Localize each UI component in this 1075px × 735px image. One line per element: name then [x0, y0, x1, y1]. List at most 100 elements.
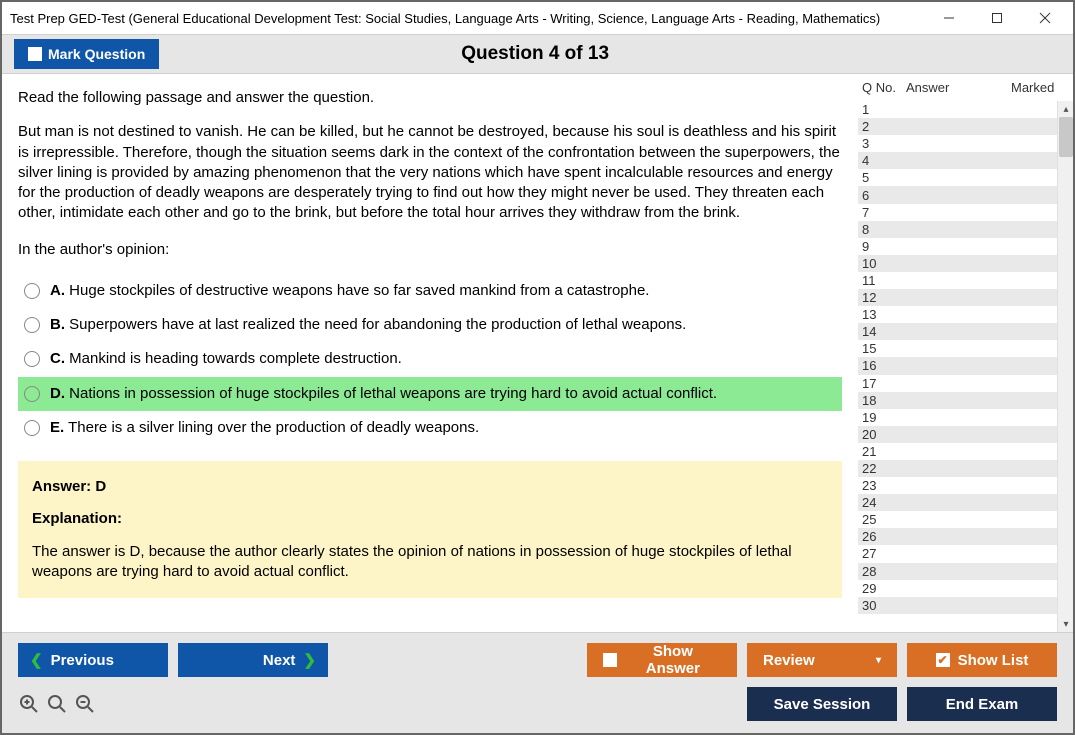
- list-row-qno: 25: [862, 512, 902, 527]
- option-text: Huge stockpiles of destructive weapons h…: [69, 282, 649, 299]
- checkbox-checked-icon: ✔: [936, 653, 950, 667]
- list-row[interactable]: 23: [858, 477, 1057, 494]
- list-row-qno: 8: [862, 222, 902, 237]
- scroll-down-icon[interactable]: ▾: [1058, 616, 1073, 632]
- show-answer-label: Show Answer: [625, 643, 721, 677]
- options-list: A. Huge stockpiles of destructive weapon…: [18, 274, 842, 445]
- review-label: Review: [763, 652, 815, 669]
- scroll-up-icon[interactable]: ▴: [1058, 101, 1073, 117]
- next-label: Next: [263, 652, 296, 669]
- col-answer: Answer: [906, 80, 1011, 95]
- list-row-qno: 23: [862, 478, 902, 493]
- list-row-qno: 2: [862, 119, 902, 134]
- footer-row-1: ❮ Previous Next ❯ Show Answer Review ▾ ✔…: [18, 643, 1057, 677]
- list-row-qno: 24: [862, 495, 902, 510]
- list-row-qno: 13: [862, 307, 902, 322]
- maximize-icon: [991, 12, 1003, 24]
- list-row-qno: 3: [862, 136, 902, 151]
- list-row[interactable]: 5: [858, 169, 1057, 186]
- list-row-qno: 19: [862, 410, 902, 425]
- maximize-button[interactable]: [983, 7, 1011, 29]
- list-body[interactable]: 1234567891011121314151617181920212223242…: [858, 101, 1057, 632]
- list-row-qno: 9: [862, 239, 902, 254]
- list-row[interactable]: 15: [858, 340, 1057, 357]
- list-row[interactable]: 24: [858, 494, 1057, 511]
- option-letter: D.: [50, 385, 65, 402]
- radio-icon: [24, 386, 40, 402]
- option-text: There is a silver lining over the produc…: [68, 419, 479, 436]
- mark-question-label: Mark Question: [48, 46, 145, 62]
- magnifier-icon: [47, 694, 67, 714]
- list-row-qno: 4: [862, 153, 902, 168]
- list-row-qno: 10: [862, 256, 902, 271]
- list-row[interactable]: 21: [858, 443, 1057, 460]
- zoom-reset-button[interactable]: [46, 693, 68, 715]
- list-row[interactable]: 19: [858, 409, 1057, 426]
- col-qno: Q No.: [862, 80, 906, 95]
- list-row[interactable]: 2: [858, 118, 1057, 135]
- scroll-thumb[interactable]: [1059, 117, 1073, 157]
- list-row-qno: 27: [862, 546, 902, 561]
- list-row[interactable]: 14: [858, 323, 1057, 340]
- list-row-qno: 12: [862, 290, 902, 305]
- zoom-in-button[interactable]: [18, 693, 40, 715]
- list-row[interactable]: 16: [858, 357, 1057, 374]
- option-letter: B.: [50, 316, 65, 333]
- option-text: Superpowers have at last realized the ne…: [69, 316, 686, 333]
- explanation-text: The answer is D, because the author clea…: [32, 542, 828, 583]
- list-row[interactable]: 27: [858, 545, 1057, 562]
- list-row[interactable]: 10: [858, 255, 1057, 272]
- list-row[interactable]: 25: [858, 511, 1057, 528]
- list-row-qno: 16: [862, 358, 902, 373]
- list-row[interactable]: 1: [858, 101, 1057, 118]
- list-row-qno: 28: [862, 564, 902, 579]
- list-row[interactable]: 30: [858, 597, 1057, 614]
- option-b[interactable]: B. Superpowers have at last realized the…: [18, 308, 842, 342]
- square-icon: [603, 653, 617, 667]
- list-row[interactable]: 12: [858, 289, 1057, 306]
- answer-box: Answer: D Explanation: The answer is D, …: [18, 461, 842, 598]
- option-a[interactable]: A. Huge stockpiles of destructive weapon…: [18, 274, 842, 308]
- list-row[interactable]: 7: [858, 204, 1057, 221]
- scrollbar[interactable]: ▴ ▾: [1057, 101, 1073, 632]
- list-row[interactable]: 28: [858, 563, 1057, 580]
- window-title: Test Prep GED-Test (General Educational …: [10, 11, 935, 26]
- list-row[interactable]: 8: [858, 221, 1057, 238]
- list-row-qno: 20: [862, 427, 902, 442]
- option-e[interactable]: E. There is a silver lining over the pro…: [18, 411, 842, 445]
- mark-question-button[interactable]: Mark Question: [14, 39, 159, 69]
- end-exam-button[interactable]: End Exam: [907, 687, 1057, 721]
- list-row[interactable]: 13: [858, 306, 1057, 323]
- list-row[interactable]: 9: [858, 238, 1057, 255]
- footer-row-2: Save Session End Exam: [18, 687, 1057, 721]
- list-row[interactable]: 29: [858, 580, 1057, 597]
- show-list-button[interactable]: ✔ Show List: [907, 643, 1057, 677]
- previous-button[interactable]: ❮ Previous: [18, 643, 168, 677]
- list-row[interactable]: 17: [858, 375, 1057, 392]
- list-row[interactable]: 6: [858, 186, 1057, 203]
- list-row[interactable]: 22: [858, 460, 1057, 477]
- question-counter: Question 4 of 13: [159, 43, 911, 65]
- save-session-button[interactable]: Save Session: [747, 687, 897, 721]
- list-row-qno: 17: [862, 376, 902, 391]
- list-row[interactable]: 11: [858, 272, 1057, 289]
- list-row[interactable]: 3: [858, 135, 1057, 152]
- list-row[interactable]: 4: [858, 152, 1057, 169]
- passage-text: But man is not destined to vanish. He ca…: [18, 122, 842, 223]
- list-row-qno: 21: [862, 444, 902, 459]
- window-controls: [935, 7, 1059, 29]
- option-d[interactable]: D. Nations in possession of huge stockpi…: [18, 377, 842, 411]
- list-row[interactable]: 20: [858, 426, 1057, 443]
- list-row-qno: 29: [862, 581, 902, 596]
- close-button[interactable]: [1031, 7, 1059, 29]
- next-button[interactable]: Next ❯: [178, 643, 328, 677]
- option-c[interactable]: C. Mankind is heading towards complete d…: [18, 342, 842, 376]
- minimize-button[interactable]: [935, 7, 963, 29]
- end-exam-label: End Exam: [946, 696, 1019, 713]
- zoom-out-button[interactable]: [74, 693, 96, 715]
- instruction-text: Read the following passage and answer th…: [18, 88, 842, 108]
- list-row[interactable]: 18: [858, 392, 1057, 409]
- review-dropdown[interactable]: Review ▾: [747, 643, 897, 677]
- show-answer-button[interactable]: Show Answer: [587, 643, 737, 677]
- list-row[interactable]: 26: [858, 528, 1057, 545]
